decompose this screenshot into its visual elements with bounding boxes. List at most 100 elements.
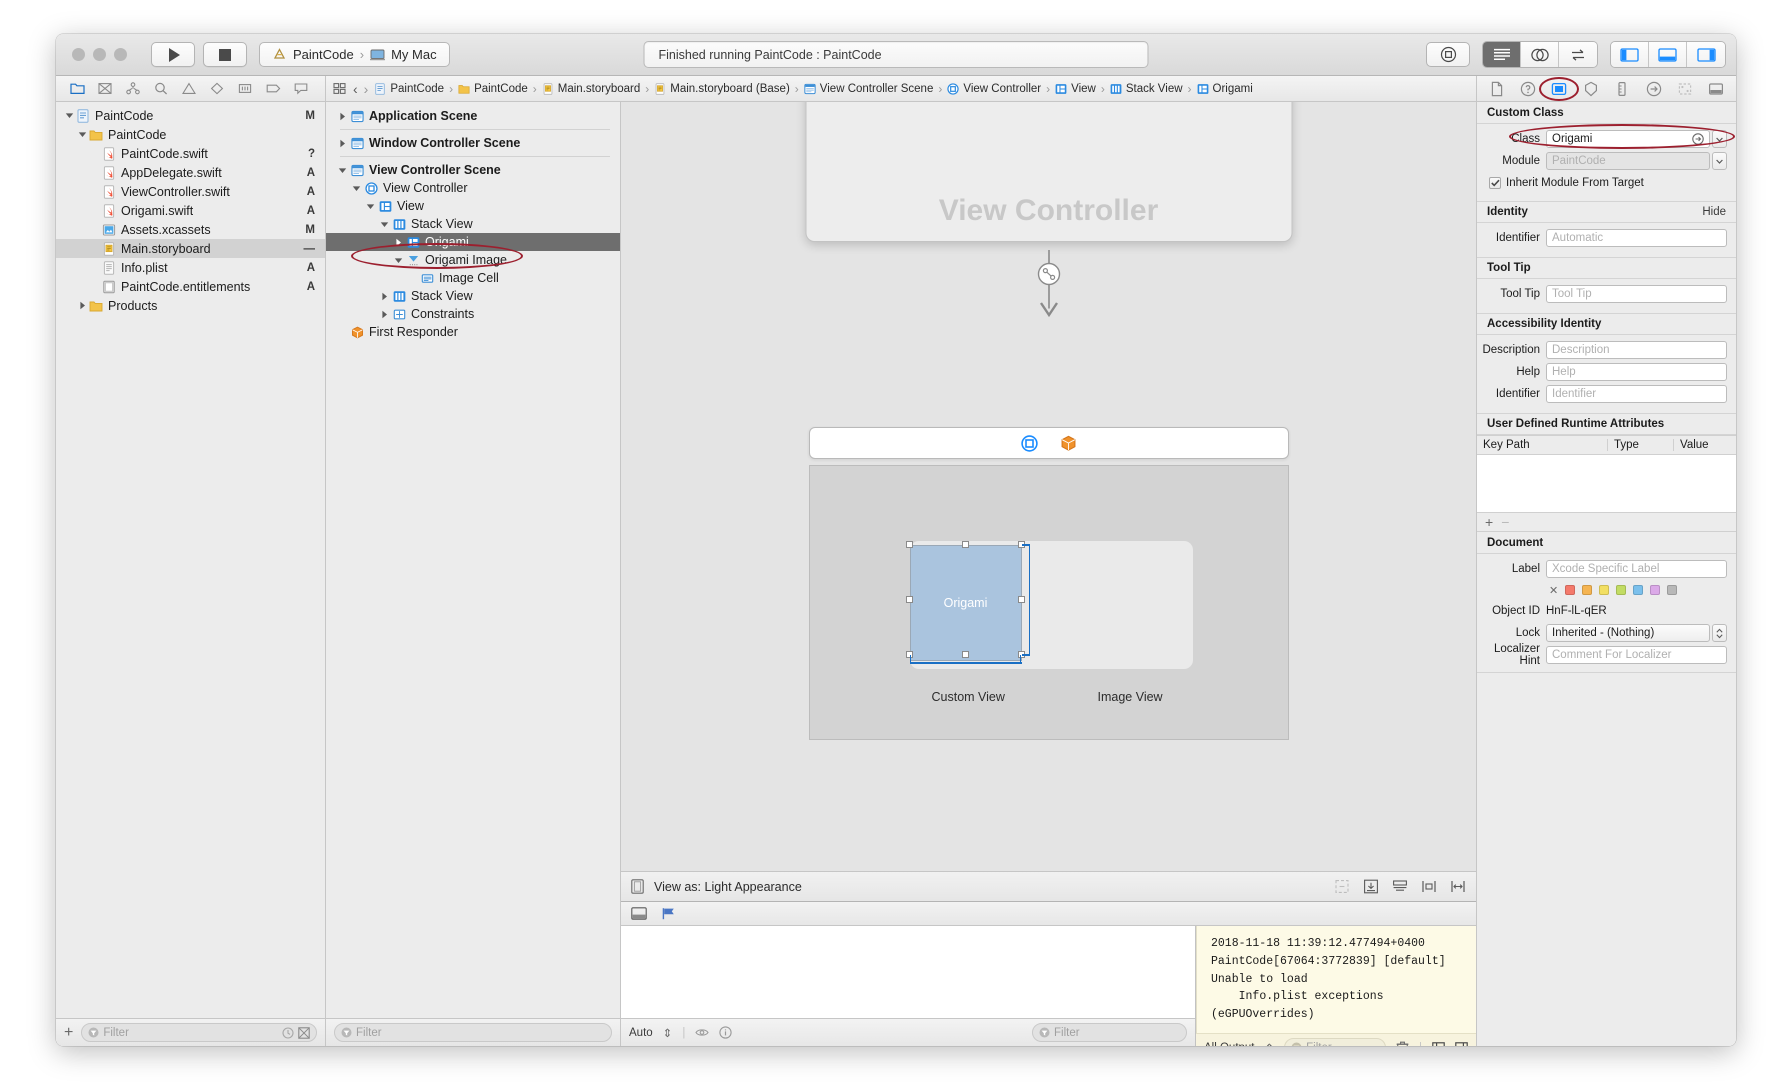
- attributes-inspector-tab[interactable]: [1579, 78, 1603, 100]
- reveal-in-code-icon[interactable]: [1692, 133, 1704, 145]
- outline-row[interactable]: Stack View: [326, 287, 620, 305]
- file-inspector-tab[interactable]: [1485, 78, 1509, 100]
- outline-row[interactable]: Application Scene: [326, 107, 620, 125]
- jump-back-button[interactable]: ‹: [353, 81, 358, 97]
- identity-inspector-tab[interactable]: [1547, 78, 1571, 100]
- resize-handle-tl[interactable]: [905, 541, 913, 548]
- outline-row[interactable]: Origami Image: [326, 251, 620, 269]
- align-icon[interactable]: [1392, 879, 1408, 894]
- flag-icon[interactable]: [661, 907, 677, 920]
- size-inspector-tab[interactable]: [1610, 78, 1634, 100]
- document-label-input[interactable]: Xcode Specific Label: [1546, 560, 1727, 578]
- module-dropdown-button[interactable]: [1712, 152, 1727, 170]
- runtime-attributes-table[interactable]: [1477, 455, 1736, 513]
- disclosure-triangle[interactable]: [336, 112, 349, 121]
- report-navigator-tab[interactable]: [288, 78, 314, 100]
- chevron-down-icon[interactable]: [380, 220, 389, 229]
- show-console-icon[interactable]: [1455, 1041, 1468, 1046]
- chevron-right-icon[interactable]: [338, 112, 347, 121]
- disclosure-triangle[interactable]: [392, 238, 405, 247]
- identity-identifier-input[interactable]: Automatic: [1546, 229, 1727, 247]
- symbol-navigator-tab[interactable]: [120, 78, 146, 100]
- connections-inspector-tab[interactable]: [1642, 78, 1666, 100]
- outline-row[interactable]: Stack View: [326, 215, 620, 233]
- color-swatch-5[interactable]: [1650, 585, 1661, 595]
- standard-editor-button[interactable]: [1483, 42, 1521, 67]
- tooltip-input[interactable]: Tool Tip: [1546, 285, 1727, 303]
- issue-navigator-tab[interactable]: [176, 78, 202, 100]
- outline-row[interactable]: Window Controller Scene: [326, 134, 620, 152]
- color-swatch-6[interactable]: [1667, 585, 1678, 595]
- column-type[interactable]: Type: [1608, 439, 1674, 451]
- resize-handle-mr[interactable]: [1017, 596, 1025, 603]
- device-icon[interactable]: [631, 879, 644, 894]
- accessibility-identifier-input[interactable]: Identifier: [1546, 385, 1727, 403]
- chevron-right-icon[interactable]: [380, 292, 389, 301]
- file-row[interactable]: PaintCode.swift?: [56, 144, 325, 163]
- zoom-button[interactable]: [114, 48, 127, 61]
- disclosure-triangle[interactable]: [378, 220, 391, 229]
- view-controller-scene-card[interactable]: Origami Custom View Image View: [808, 465, 1289, 740]
- console-filter-field[interactable]: Filter: [1284, 1038, 1386, 1046]
- viewcontroller-dock-icon[interactable]: [1020, 434, 1038, 452]
- disclosure-triangle[interactable]: [378, 292, 391, 301]
- disclosure-triangle[interactable]: [364, 202, 377, 211]
- lock-popup-button[interactable]: Inherited - (Nothing): [1546, 624, 1710, 642]
- breadcrumb-item[interactable]: Stack View: [1110, 83, 1183, 95]
- first-responder-dock-icon[interactable]: [1060, 435, 1077, 452]
- remove-runtime-attribute-button[interactable]: −: [1501, 514, 1509, 530]
- segue-connector[interactable]: [1029, 250, 1069, 322]
- view-effects-tab[interactable]: [1704, 78, 1728, 100]
- close-button[interactable]: [72, 48, 85, 61]
- inherit-module-checkbox[interactable]: [1489, 176, 1501, 189]
- recent-files-icon[interactable]: [282, 1026, 294, 1039]
- document-outline-tree[interactable]: Application Scene Window Controller Scene…: [326, 102, 620, 1018]
- outline-row[interactable]: View Controller Scene: [326, 161, 620, 179]
- resolve-issues-icon[interactable]: [1450, 879, 1466, 894]
- file-row[interactable]: Products: [56, 296, 325, 315]
- eye-icon[interactable]: [695, 1027, 709, 1038]
- file-row[interactable]: Origami.swift A: [56, 201, 325, 220]
- accessibility-help-input[interactable]: Help: [1546, 363, 1727, 381]
- class-input[interactable]: Origami: [1546, 130, 1710, 148]
- show-variables-icon[interactable]: [1432, 1041, 1445, 1046]
- chevron-down-icon[interactable]: [366, 202, 375, 211]
- outline-row[interactable]: First Responder: [326, 323, 620, 341]
- outline-row[interactable]: View Controller: [326, 179, 620, 197]
- chevron-right-icon[interactable]: [380, 310, 389, 319]
- chevron-down-icon[interactable]: [65, 111, 74, 120]
- interface-builder-canvas[interactable]: View Controller Origami Custom View Imag…: [621, 102, 1476, 871]
- version-editor-button[interactable]: [1559, 42, 1597, 67]
- chevron-down-icon[interactable]: [78, 130, 87, 139]
- identity-hide-button[interactable]: Hide: [1702, 206, 1726, 218]
- file-row[interactable]: ViewController.swift A: [56, 182, 325, 201]
- disclosure-triangle[interactable]: [392, 256, 405, 265]
- color-swatch-1[interactable]: [1582, 585, 1593, 595]
- toggle-inspector-button[interactable]: [1687, 42, 1725, 67]
- pin-icon[interactable]: [1421, 879, 1437, 894]
- scheme-selector[interactable]: PaintCode › My Mac: [259, 42, 450, 67]
- run-button[interactable]: [151, 42, 195, 67]
- root-view[interactable]: Origami: [905, 541, 1193, 669]
- source-control-filter-icon[interactable]: [298, 1026, 310, 1039]
- chevron-right-icon[interactable]: [394, 238, 403, 247]
- chevron-down-icon[interactable]: [338, 166, 347, 175]
- localizer-hint-input[interactable]: Comment For Localizer: [1546, 646, 1727, 664]
- chevron-down-icon[interactable]: [394, 256, 403, 265]
- class-dropdown-button[interactable]: [1712, 130, 1727, 148]
- disclosure-triangle[interactable]: [336, 166, 349, 175]
- navigator-filter-field[interactable]: Filter: [81, 1023, 317, 1042]
- outline-row[interactable]: Constraints: [326, 305, 620, 323]
- breadcrumb-item[interactable]: Main.storyboard (Base): [654, 83, 790, 95]
- disclosure-triangle[interactable]: [77, 130, 88, 139]
- color-swatch-4[interactable]: [1633, 585, 1644, 595]
- disclosure-triangle[interactable]: [77, 301, 88, 310]
- console-scope-selector[interactable]: All Output: [1204, 1042, 1255, 1046]
- add-file-button[interactable]: +: [64, 1024, 73, 1042]
- bindings-inspector-tab[interactable]: [1673, 78, 1697, 100]
- outline-row[interactable]: View: [326, 197, 620, 215]
- file-row[interactable]: PaintCode: [56, 125, 325, 144]
- jump-forward-button[interactable]: ›: [364, 81, 369, 97]
- quick-help-tab[interactable]: [1516, 78, 1540, 100]
- breakpoint-navigator-tab[interactable]: [260, 78, 286, 100]
